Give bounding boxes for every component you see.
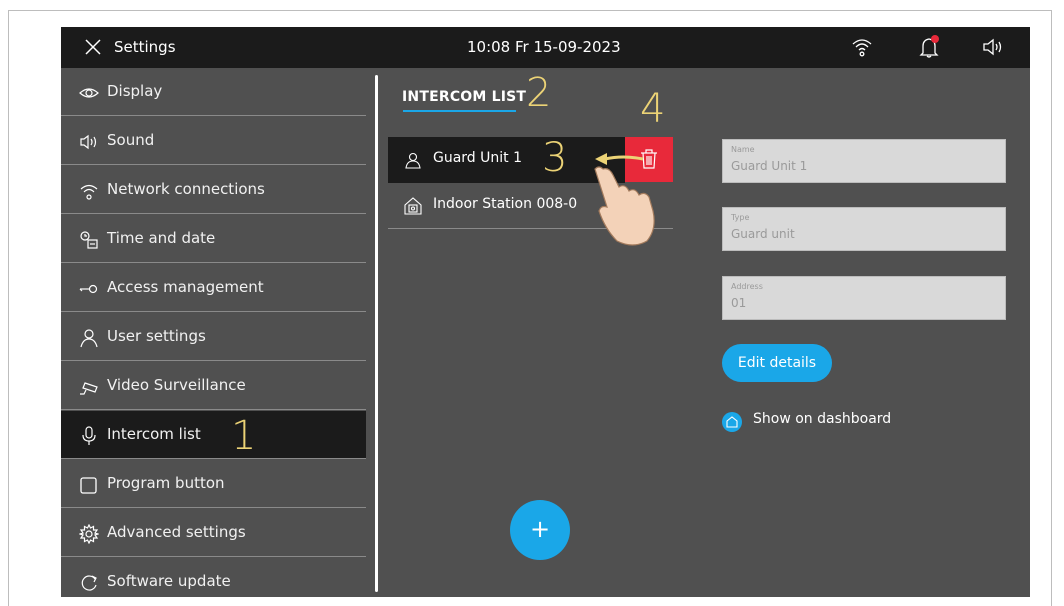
camera-icon xyxy=(79,377,99,397)
sidebar-item-label: Time and date xyxy=(107,229,216,247)
name-field-value: Guard Unit 1 xyxy=(731,159,808,173)
sidebar-item-display[interactable]: Display xyxy=(61,68,366,116)
sidebar-item-label: Software update xyxy=(107,572,231,590)
intercom-list-title: INTERCOM LIST xyxy=(402,89,527,105)
divider xyxy=(61,311,366,312)
address-field-label: Address xyxy=(731,282,763,291)
step-1-annotation: 1 xyxy=(231,413,257,459)
edit-details-button[interactable]: Edit details xyxy=(722,344,832,382)
sidebar-item-network[interactable]: Network connections xyxy=(61,166,366,214)
refresh-icon xyxy=(79,573,99,593)
name-field[interactable]: Name Guard Unit 1 xyxy=(722,139,1006,183)
notification-dot xyxy=(931,35,939,43)
settings-title: Settings xyxy=(114,38,176,56)
divider xyxy=(61,507,366,508)
bell-icon[interactable] xyxy=(919,35,941,59)
sidebar-item-program-button[interactable]: Program button xyxy=(61,460,366,508)
speaker-icon xyxy=(79,132,99,152)
user-icon xyxy=(79,328,99,348)
divider xyxy=(61,262,366,263)
close-icon[interactable] xyxy=(83,37,103,57)
sidebar-item-sound[interactable]: Sound xyxy=(61,117,366,165)
square-icon xyxy=(79,475,99,495)
key-icon xyxy=(79,279,99,299)
sidebar-item-label: Intercom list xyxy=(107,425,201,443)
wifi-icon[interactable] xyxy=(851,36,873,58)
sidebar-item-label: Sound xyxy=(107,131,155,149)
type-field-label: Type xyxy=(731,213,750,222)
sidebar-item-label: Advanced settings xyxy=(107,523,246,541)
divider xyxy=(61,360,366,361)
show-on-dashboard-label: Show on dashboard xyxy=(753,411,892,427)
sidebar-item-label: Network connections xyxy=(107,180,265,198)
sidebar-item-access[interactable]: Access management xyxy=(61,264,366,312)
swipe-gesture-hand-icon xyxy=(573,145,683,255)
address-field[interactable]: Address 01 xyxy=(722,276,1006,320)
top-bar: Settings 10:08 Fr 15-09-2023 xyxy=(61,27,1030,68)
sidebar-item-label: Video Surveillance xyxy=(107,376,246,394)
house-icon xyxy=(404,197,422,215)
step-2-annotation: 2 xyxy=(526,70,552,116)
sidebar-item-intercom-list[interactable]: Intercom list xyxy=(61,411,366,459)
sidebar-item-label: User settings xyxy=(107,327,206,345)
dashboard-toggle[interactable] xyxy=(722,412,742,432)
divider xyxy=(61,213,366,214)
add-button[interactable]: + xyxy=(510,500,570,560)
step-4-annotation: 4 xyxy=(640,86,666,132)
divider xyxy=(61,115,366,116)
sidebar-item-user-settings[interactable]: User settings xyxy=(61,313,366,361)
list-item-label: Guard Unit 1 xyxy=(433,150,523,166)
title-underline xyxy=(403,110,516,112)
sidebar-item-advanced[interactable]: Advanced settings xyxy=(61,509,366,557)
divider xyxy=(61,458,366,459)
list-item-label: Indoor Station 008-0 xyxy=(433,196,578,212)
wifi-icon xyxy=(79,181,99,201)
house-icon xyxy=(726,416,738,428)
user-icon xyxy=(404,151,422,169)
type-field-value: Guard unit xyxy=(731,227,795,241)
divider xyxy=(61,164,366,165)
eye-icon xyxy=(79,83,99,103)
address-field-value: 01 xyxy=(731,296,747,310)
microphone-icon xyxy=(79,426,99,446)
divider xyxy=(61,556,366,557)
gear-icon xyxy=(79,524,99,544)
type-field[interactable]: Type Guard unit xyxy=(722,207,1006,251)
name-field-label: Name xyxy=(731,145,755,154)
sidebar-item-time-date[interactable]: Time and date xyxy=(61,215,366,263)
step-3-annotation: 3 xyxy=(542,135,568,181)
sidebar-item-label: Access management xyxy=(107,278,264,296)
sidebar-item-software-update[interactable]: Software update xyxy=(61,558,366,597)
sidebar-item-label: Program button xyxy=(107,474,225,492)
sidebar-item-label: Display xyxy=(107,82,163,100)
datetime-display: 10:08 Fr 15-09-2023 xyxy=(467,38,621,56)
sidebar-scrollbar[interactable] xyxy=(375,75,378,592)
speaker-icon[interactable] xyxy=(981,36,1005,58)
device-screen: Settings 10:08 Fr 15-09-2023 Display Sou… xyxy=(61,27,1030,597)
sidebar-item-video[interactable]: Video Surveillance xyxy=(61,362,366,410)
settings-sidebar: Display Sound Network connections Time a… xyxy=(61,68,366,597)
clock-calendar-icon xyxy=(79,230,99,250)
divider xyxy=(61,409,366,410)
